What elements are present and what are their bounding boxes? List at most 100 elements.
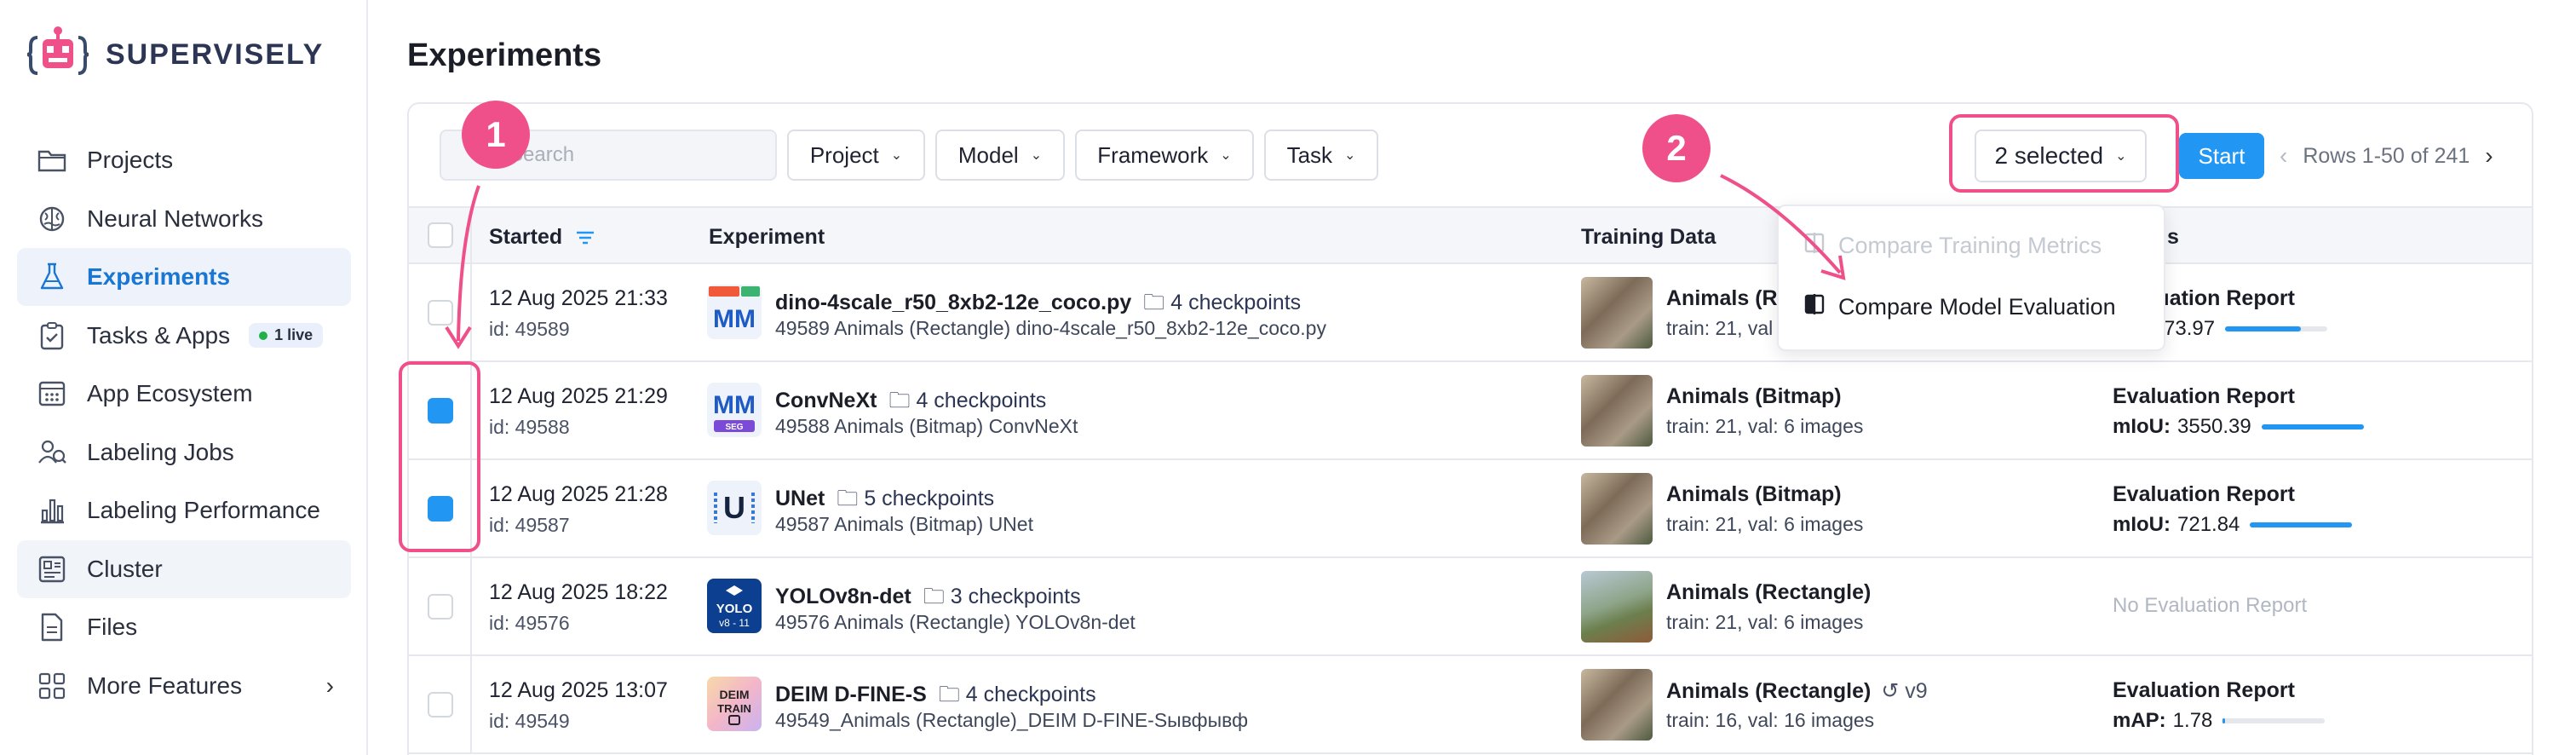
svg-text:MM: MM <box>713 305 756 333</box>
chevron-down-icon: ⌄ <box>1220 148 1232 163</box>
column-started[interactable]: Started <box>489 225 595 251</box>
evaluation-metric: 73.97 <box>2164 317 2328 341</box>
people-icon <box>36 436 68 469</box>
dataset-thumbnail <box>1581 277 1653 349</box>
row-checkbox[interactable] <box>428 300 453 326</box>
pager-label: Rows 1-50 of 241 <box>2303 143 2470 168</box>
live-dot-icon <box>259 331 268 340</box>
start-button[interactable]: Start <box>2179 133 2264 179</box>
sidebar-item-tasks-apps[interactable]: Tasks & Apps 1 live <box>17 307 351 365</box>
folder-icon <box>36 144 68 176</box>
started-cell: 12 Aug 2025 21:28 id: 49587 <box>489 482 668 536</box>
sidebar-item-label: Labeling Performance <box>87 497 320 523</box>
compare-training-metrics-item[interactable]: Compare Training Metrics <box>1804 232 2102 260</box>
experiment-subtitle: 49549_Animals (Rectangle)_DEIM D-FINE-Sы… <box>775 709 1248 731</box>
dataset-name[interactable]: Animals (Re <box>1666 286 1789 311</box>
checkpoints-link[interactable]: 🗀 4 checkpoints <box>888 389 1046 412</box>
compare-icon <box>1804 232 1825 260</box>
dataset-name[interactable]: Animals (Rectangle) <box>1666 580 1871 605</box>
dataset-name[interactable]: Animals (Bitmap) <box>1666 384 1842 409</box>
chevron-down-icon: ⌄ <box>1344 148 1356 163</box>
sidebar-item-files[interactable]: Files <box>17 598 351 656</box>
dataset-split: train: 21, val <box>1666 317 1774 339</box>
mmdet-logo-icon: MM <box>707 285 762 339</box>
sidebar-item-experiments[interactable]: Experiments <box>17 248 351 306</box>
next-page-icon[interactable]: › <box>2485 142 2493 170</box>
compare-icon <box>1804 293 1825 321</box>
page-title: Experiments <box>407 37 602 73</box>
select-all-checkbox[interactable] <box>428 222 453 248</box>
column-experiment: Experiment <box>709 225 825 249</box>
dataset-thumbnail <box>1581 473 1653 545</box>
filter-model-button[interactable]: Model ⌄ <box>935 130 1065 181</box>
svg-text:TRAIN: TRAIN <box>717 702 751 715</box>
table-row[interactable]: 12 Aug 2025 13:07 id: 49549 DEIM TRAIN DEI… <box>409 656 2532 754</box>
evaluation-metric: mIoU: 3550.39 <box>2113 415 2364 439</box>
evaluation-report-link[interactable]: Evaluation Report <box>2113 482 2295 507</box>
dataset-split: train: 16, val: 16 images <box>1666 709 1875 731</box>
sidebar-item-label: Labeling Jobs <box>87 438 234 465</box>
sidebar-item-labeling-jobs[interactable]: Labeling Jobs <box>17 424 351 481</box>
sidebar-item-app-ecosystem[interactable]: App Ecosystem <box>17 365 351 423</box>
toolbar: Search Project ⌄ Model ⌄ Framework ⌄ Task ⌄ … <box>409 104 2532 206</box>
metric-bar <box>2250 522 2353 527</box>
table-row[interactable]: 12 Aug 2025 21:33 id: 49589 MM dino-4scal… <box>409 264 2532 362</box>
sidebar-nav: Projects Neural Networks Experiments Tas… <box>17 131 351 715</box>
dataset-split: train: 21, val: 6 images <box>1666 611 1864 633</box>
experiment-subtitle: 49589 Animals (Rectangle) dino-4scale_r5… <box>775 317 1326 339</box>
sidebar-item-projects[interactable]: Projects <box>17 131 351 189</box>
checkpoints-link[interactable]: 🗀 4 checkpoints <box>939 683 1096 706</box>
sidebar-item-label: Cluster <box>87 555 163 582</box>
row-checkbox[interactable] <box>428 594 453 620</box>
sidebar-item-cluster[interactable]: Cluster <box>17 539 351 598</box>
metric-bar <box>2225 326 2328 331</box>
evaluation-report-link[interactable]: Evaluation Report <box>2113 384 2295 409</box>
started-cell: 12 Aug 2025 18:22 id: 49576 <box>489 580 668 634</box>
yolo-logo-icon: YOLO v8 - 11 <box>707 579 762 633</box>
folder-icon: 🗀 <box>1143 291 1165 314</box>
evaluation-metric: mAP: 1.78 <box>2113 709 2326 733</box>
pagination: ‹ Rows 1-50 of 241 › <box>2280 133 2493 179</box>
checkbox-highlight <box>399 361 480 552</box>
sidebar-item-label: Tasks & Apps <box>87 321 231 349</box>
sidebar-item-label: Neural Networks <box>87 205 263 232</box>
apps-grid-icon <box>36 670 68 702</box>
step-1-badge: 1 <box>462 101 530 169</box>
dataset-name[interactable]: Animals (Rectangle) ↺ v9 <box>1666 678 1928 704</box>
folder-icon: 🗀 <box>888 389 911 412</box>
dataset-thumbnail <box>1581 669 1653 741</box>
logo-text: SUPERVISELY <box>106 37 325 71</box>
row-checkbox[interactable] <box>428 692 453 718</box>
sidebar-item-label: Files <box>87 614 138 640</box>
sidebar-item-more-features[interactable]: More Features › <box>17 657 351 715</box>
experiment-subtitle: 49587 Animals (Bitmap) UNet <box>775 513 1033 535</box>
sidebar-item-label: Experiments <box>87 263 231 290</box>
filter-framework-button[interactable]: Framework ⌄ <box>1075 130 1254 181</box>
checkpoints-link[interactable]: 🗀 4 checkpoints <box>1143 291 1301 314</box>
chevron-right-icon: › <box>325 671 334 699</box>
table-row[interactable]: 12 Aug 2025 21:29 id: 49588 MM SEG ConvNeX… <box>409 362 2532 460</box>
file-icon <box>36 611 68 643</box>
sidebar-item-label: App Ecosystem <box>87 380 253 406</box>
dataset-name[interactable]: Animals (Bitmap) <box>1666 482 1842 507</box>
sidebar-item-labeling-performance[interactable]: Labeling Performance <box>17 481 351 539</box>
sort-icon[interactable] <box>576 226 595 251</box>
checkpoints-link[interactable]: 🗀 3 checkpoints <box>923 585 1081 608</box>
prev-page-icon[interactable]: ‹ <box>2280 142 2287 170</box>
svg-text:MM: MM <box>713 391 756 419</box>
evaluation-report-link[interactable]: Evaluation Report <box>2113 678 2295 703</box>
table-row[interactable]: 12 Aug 2025 21:28 id: 49587 U UNet 🗀 5 che… <box>409 460 2532 558</box>
table-row[interactable]: 12 Aug 2025 18:22 id: 49576 YOLO v8 - 11 Y… <box>409 558 2532 656</box>
logo[interactable]: SUPERVISELY <box>26 26 324 84</box>
experiment-subtitle: 49588 Animals (Bitmap) ConvNeXt <box>775 415 1078 437</box>
svg-text:YOLO: YOLO <box>716 602 753 616</box>
filter-project-button[interactable]: Project ⌄ <box>787 130 925 181</box>
compare-model-evaluation-item[interactable]: Compare Model Evaluation <box>1804 293 2116 321</box>
filter-task-button[interactable]: Task ⌄ <box>1264 130 1378 181</box>
svg-text:DEIM: DEIM <box>720 688 750 701</box>
dataset-split: train: 21, val: 6 images <box>1666 415 1864 437</box>
table-header: Started Experiment Training Data s <box>409 206 2532 264</box>
sidebar-item-neural-networks[interactable]: Neural Networks <box>17 190 351 248</box>
checkpoints-link[interactable]: 🗀 5 checkpoints <box>837 487 994 510</box>
svg-text:SEG: SEG <box>725 423 743 432</box>
